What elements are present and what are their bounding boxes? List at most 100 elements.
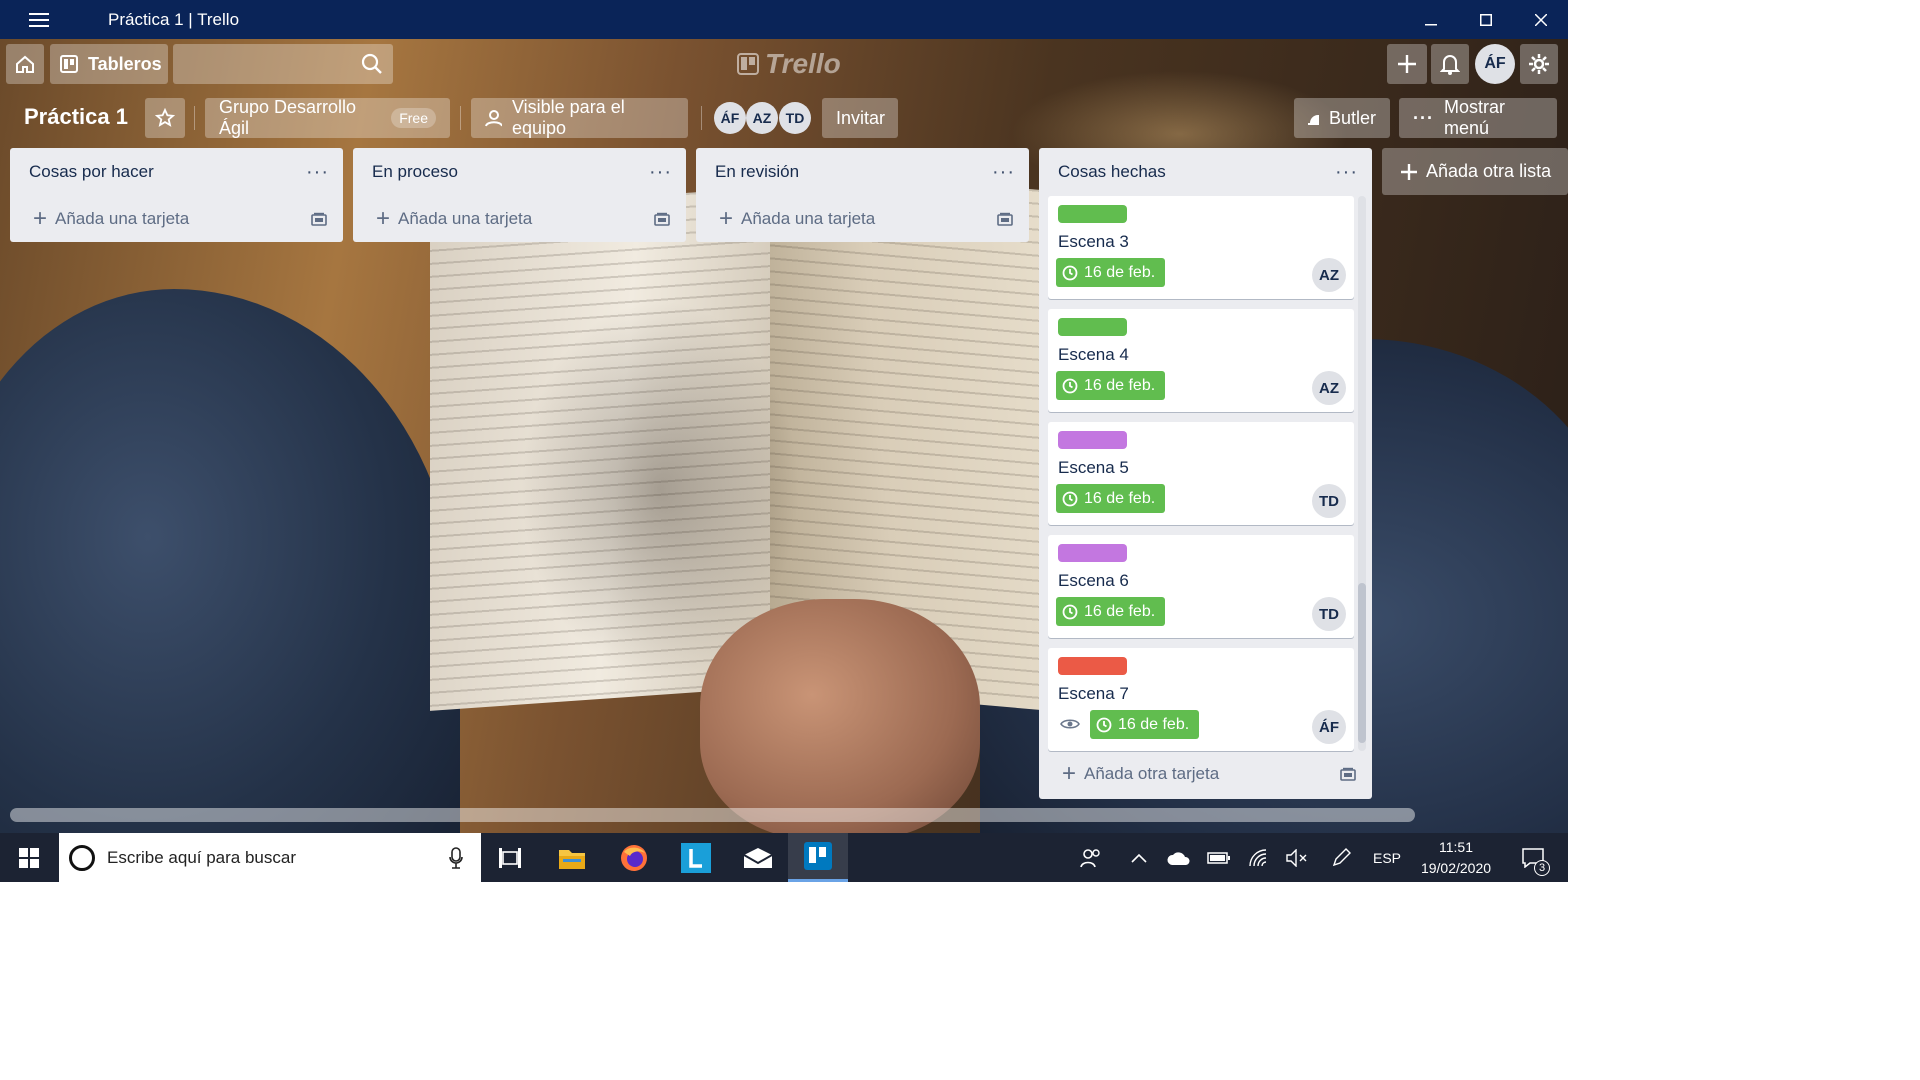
plus-icon [1398,55,1416,73]
add-list-button[interactable]: Añada otra lista [1382,148,1568,195]
card-template-icon[interactable] [311,212,327,226]
card-escena-7[interactable]: Escena 7 16 de feb. ÁF [1048,648,1354,751]
due-date-text: 16 de feb. [1084,489,1156,507]
card-label[interactable] [1058,318,1127,336]
battery-icon[interactable] [1200,833,1238,882]
search-input[interactable] [173,44,393,84]
due-date-badge[interactable]: 16 de feb. [1056,484,1166,513]
card-template-icon[interactable] [1340,767,1356,781]
search-icon[interactable] [361,53,383,75]
card-member-avatar[interactable]: TD [1312,597,1346,631]
member-avatar[interactable]: TD [779,102,811,134]
mail-icon[interactable] [733,833,783,882]
due-date-badge[interactable]: 16 de feb. [1090,710,1200,739]
visibility-label: Visible para el equipo [511,97,625,138]
add-card-button[interactable]: + Añada otra tarjeta [1039,751,1372,797]
list-scrollbar-thumb[interactable] [1358,583,1366,743]
list-cosas-hechas: Cosas hechas ··· Escena 3 16 de feb. AZ … [1039,148,1372,799]
board-title[interactable]: Práctica 1 [24,104,128,130]
people-icon[interactable] [1072,833,1110,882]
notifications-button[interactable] [1431,44,1469,84]
taskbar-search-box[interactable]: Escribe aquí para buscar [59,833,481,882]
onedrive-icon[interactable] [1160,833,1198,882]
due-date-badge[interactable]: 16 de feb. [1056,597,1166,626]
windows-icon [19,847,39,868]
clock[interactable]: 11:51 19/02/2020 [1410,837,1502,879]
settings-button[interactable] [1520,44,1558,84]
boards-label: Tableros [88,53,162,74]
card-member-avatar[interactable]: TD [1312,484,1346,518]
trello-taskbar-icon[interactable] [788,833,848,882]
list-title[interactable]: En revisión [715,162,799,182]
file-explorer-icon[interactable] [547,833,597,882]
list-title[interactable]: En proceso [372,162,458,182]
card-label[interactable] [1058,657,1127,675]
card-member-avatar[interactable]: ÁF [1312,710,1346,744]
wifi-icon[interactable] [1240,833,1278,882]
trello-logo-icon [737,53,759,75]
task-view-icon[interactable] [485,833,535,882]
more-icon: ··· [1413,107,1434,128]
show-menu-button[interactable]: ··· Mostrar menú [1399,97,1557,138]
microphone-icon[interactable] [449,847,463,869]
eye-icon [1060,719,1080,729]
clock-icon [1062,378,1078,393]
butler-button[interactable]: Butler [1294,98,1390,138]
hamburger-menu-icon[interactable] [0,0,78,39]
list-menu-icon[interactable]: ··· [306,161,329,184]
start-button[interactable] [0,833,58,882]
add-card-label: Añada una tarjeta [55,209,190,228]
star-board-button[interactable] [145,98,185,138]
add-card-button[interactable]: + Añada una tarjeta [353,196,686,242]
card-member-avatar[interactable]: AZ [1312,258,1346,292]
clock-icon [1062,604,1078,619]
chevron-up-icon[interactable] [1122,833,1156,882]
divider [194,106,195,130]
windows-taskbar: Escribe aquí para buscar ESP 11:51 19/02… [0,833,1568,882]
due-date-badge[interactable]: 16 de feb. [1056,371,1166,400]
add-card-button[interactable]: + Añada una tarjeta [696,196,1029,242]
home-button[interactable] [6,44,44,84]
card-label[interactable] [1058,431,1127,449]
star-icon [155,108,175,127]
trello-logo[interactable]: Trello [737,48,841,80]
list-menu-icon[interactable]: ··· [1335,161,1358,184]
minimize-icon[interactable] [1403,0,1458,39]
card-escena-6[interactable]: Escena 6 16 de feb. TD [1048,535,1354,638]
card-template-icon[interactable] [654,212,670,226]
card-escena-3[interactable]: Escena 3 16 de feb. AZ [1048,196,1354,299]
list-en-revision: En revisión ··· + Añada una tarjeta [696,148,1029,242]
butler-bell-icon [1308,115,1319,125]
member-avatar[interactable]: AZ [746,102,778,134]
list-menu-icon[interactable]: ··· [649,161,672,184]
member-avatar[interactable]: ÁF [714,102,746,134]
maximize-icon[interactable] [1458,0,1513,39]
list-title[interactable]: Cosas hechas [1058,162,1166,182]
list-menu-icon[interactable]: ··· [992,161,1015,184]
visibility-button[interactable]: Visible para el equipo [471,97,688,138]
card-escena-5[interactable]: Escena 5 16 de feb. TD [1048,422,1354,525]
invite-button[interactable]: Invitar [822,98,898,138]
team-button[interactable]: Grupo Desarrollo Ágil Free [205,97,450,138]
pen-icon[interactable] [1322,833,1360,882]
create-button[interactable] [1387,44,1427,84]
card-escena-4[interactable]: Escena 4 16 de feb. AZ [1048,309,1354,412]
card-label[interactable] [1058,205,1127,223]
card-template-icon[interactable] [997,212,1013,226]
close-icon[interactable] [1513,0,1568,39]
action-center-icon[interactable]: 3 [1508,833,1558,882]
show-menu-label: Mostrar menú [1443,97,1505,138]
add-card-button[interactable]: + Añada una tarjeta [10,196,343,242]
firefox-icon[interactable] [609,833,659,882]
user-avatar[interactable]: ÁF [1475,44,1515,84]
app-l-icon[interactable] [671,833,721,882]
list-title[interactable]: Cosas por hacer [29,162,154,182]
card-member-avatar[interactable]: AZ [1312,371,1346,405]
due-date-badge[interactable]: 16 de feb. [1056,258,1166,287]
boards-button[interactable]: Tableros [50,44,168,84]
card-title: Escena 6 [1058,571,1129,590]
card-label[interactable] [1058,544,1127,562]
language-indicator[interactable]: ESP [1366,833,1408,882]
volume-muted-icon[interactable] [1278,833,1316,882]
board-horizontal-scrollbar[interactable] [10,808,1415,822]
